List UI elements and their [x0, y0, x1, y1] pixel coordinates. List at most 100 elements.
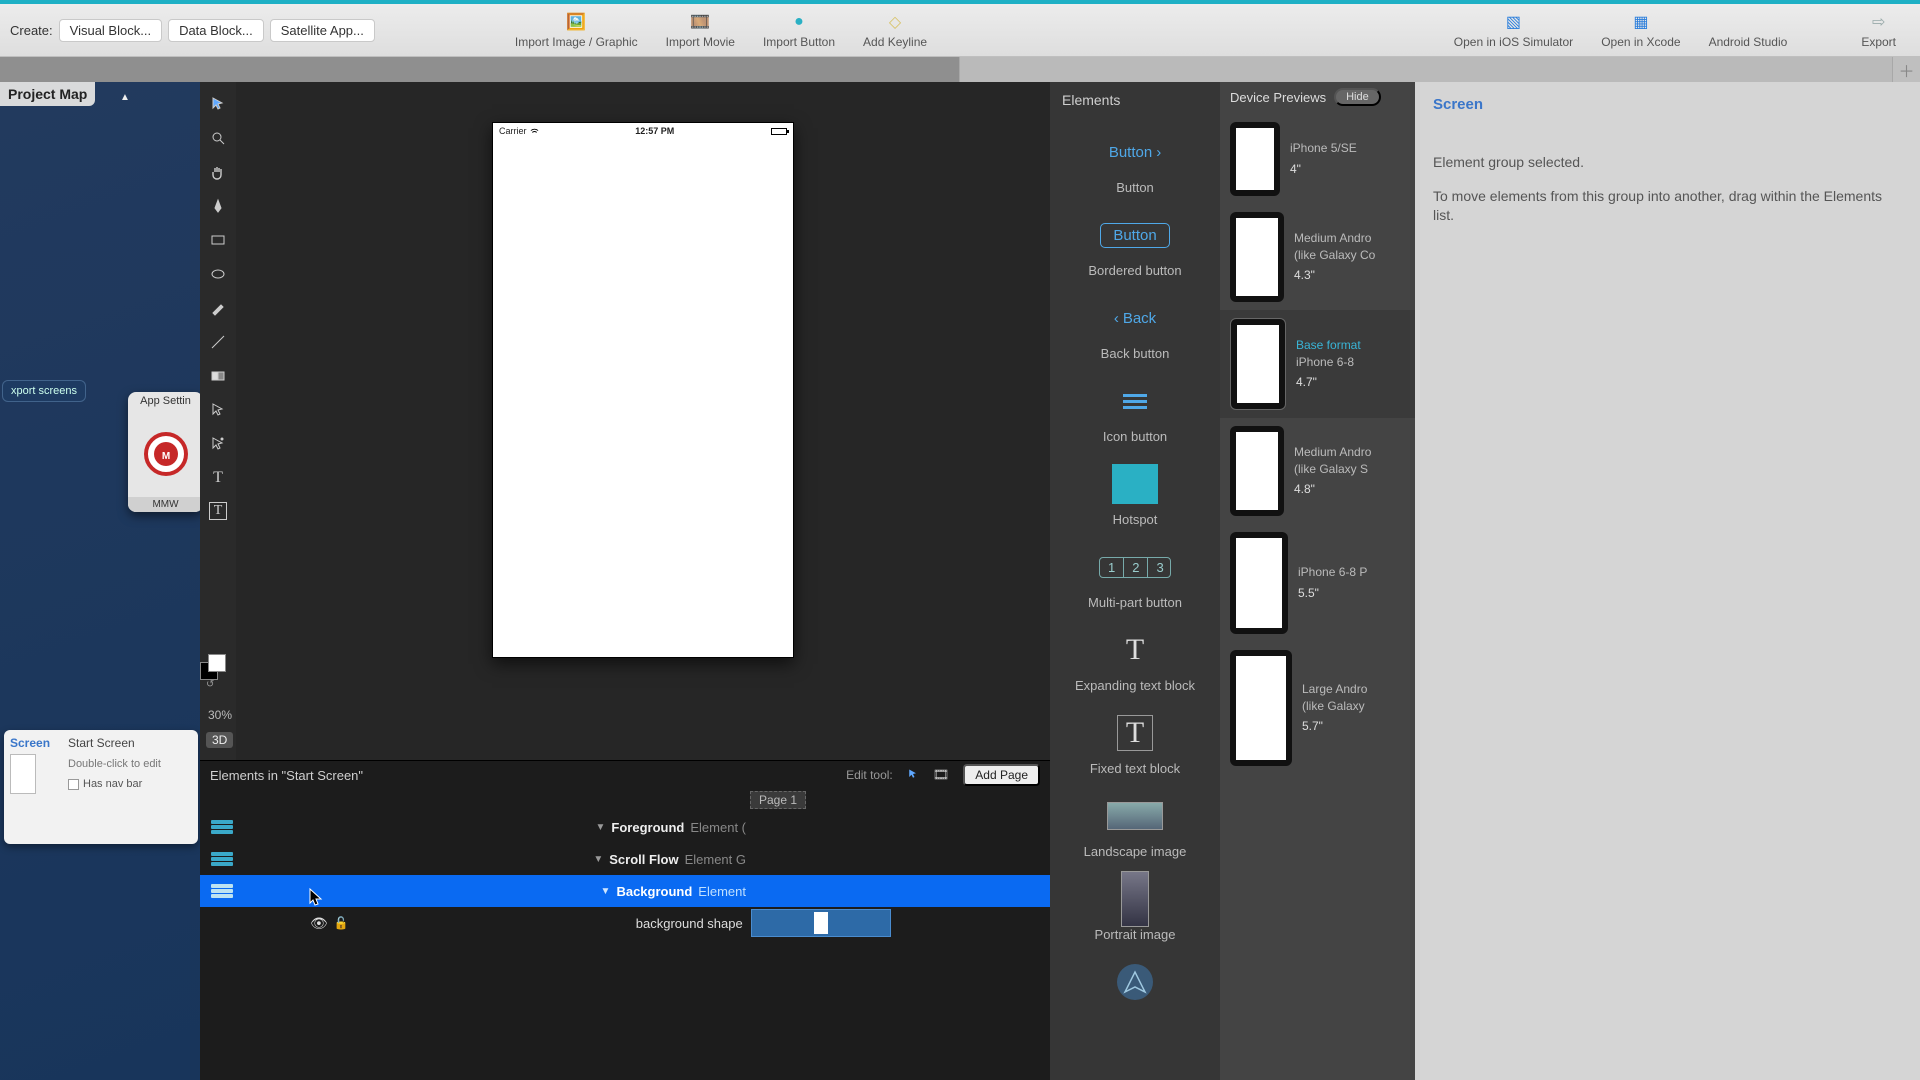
- simulator-icon: ▧: [1502, 11, 1524, 33]
- create-label: Create:: [10, 23, 53, 38]
- lib-item-back[interactable]: ‹Back Back button: [1050, 298, 1220, 361]
- disclosure-icon[interactable]: ▼: [596, 822, 606, 833]
- line-tool[interactable]: [208, 332, 228, 352]
- brush-tool[interactable]: [208, 298, 228, 318]
- inspector-line2: To move elements from this group into an…: [1433, 187, 1902, 226]
- project-map-panel: Project Map ▲ xport screens App Settin M…: [0, 82, 200, 1080]
- hide-previews-button[interactable]: Hide: [1334, 88, 1381, 106]
- visual-block-button[interactable]: Visual Block...: [59, 19, 162, 42]
- import-button-button[interactable]: ● Import Button: [763, 11, 835, 49]
- edit-tool-pointer[interactable]: [907, 768, 919, 783]
- color-swatch[interactable]: [208, 654, 226, 672]
- tab-strip: ＋: [0, 57, 1920, 82]
- lib-item-landscape-image[interactable]: Landscape image: [1050, 796, 1220, 859]
- svg-text:M: M: [161, 451, 169, 462]
- cursor-icon: [308, 887, 324, 907]
- elements-library: Elements Button› Button Button Bordered …: [1050, 82, 1220, 1080]
- screen-thumb: [10, 754, 36, 794]
- wifi-icon: [530, 127, 539, 136]
- layer-thumbnail[interactable]: [751, 909, 891, 937]
- node-tool[interactable]: [208, 434, 228, 454]
- layer-row-foreground[interactable]: ▼ Foreground Element (: [200, 811, 1050, 843]
- disclosure-icon[interactable]: ▼: [593, 854, 603, 865]
- device-android-medium-1[interactable]: Medium Andro (like Galaxy Co 4.3": [1220, 204, 1415, 310]
- data-block-button[interactable]: Data Block...: [168, 19, 264, 42]
- device-android-large[interactable]: Large Andro (like Galaxy 5.7": [1220, 642, 1415, 774]
- android-icon: [1737, 11, 1759, 33]
- zoom-tool[interactable]: [208, 128, 228, 148]
- xcode-icon: ▦: [1630, 11, 1652, 33]
- has-nav-checkbox[interactable]: Has nav bar: [68, 778, 192, 790]
- lib-item-icon-button[interactable]: Icon button: [1050, 381, 1220, 444]
- phone-preview: Carrier 12:57 PM: [492, 122, 794, 658]
- device-iphone6-8[interactable]: Base format iPhone 6-8 4.7": [1220, 310, 1415, 418]
- battery-icon: [771, 128, 787, 135]
- elements-title: Elements: [1050, 92, 1220, 118]
- collapse-icon[interactable]: ▲: [120, 92, 130, 103]
- lib-item-button[interactable]: Button› Button: [1050, 132, 1220, 195]
- diamond-icon: ◇: [884, 11, 906, 33]
- lock-icon[interactable]: 🔓: [334, 916, 349, 930]
- device-iphone-plus[interactable]: iPhone 6-8 P 5.5": [1220, 524, 1415, 642]
- lib-item-portrait-image[interactable]: Portrait image: [1050, 879, 1220, 942]
- device-iphone5[interactable]: iPhone 5/SE 4": [1220, 114, 1415, 204]
- lib-item-expanding-text[interactable]: T Expanding text block: [1050, 630, 1220, 693]
- disclosure-icon[interactable]: ▼: [601, 886, 611, 897]
- lib-item-fixed-text[interactable]: T Fixed text block: [1050, 713, 1220, 776]
- lib-item-vector[interactable]: [1050, 962, 1220, 1002]
- layer-row-background-shape[interactable]: 👁 🔓 background shape: [200, 907, 1050, 939]
- layer-row-background[interactable]: ▼ Background Element: [200, 875, 1050, 907]
- device-previews-panel: Device Previews Hide iPhone 5/SE 4" Medi…: [1220, 82, 1415, 1080]
- import-movie-button[interactable]: 🎞️ Import Movie: [666, 11, 735, 49]
- lib-item-multipart[interactable]: 123 Multi-part button: [1050, 547, 1220, 610]
- satellite-app-button[interactable]: Satellite App...: [270, 19, 375, 42]
- open-simulator-button[interactable]: ▧ Open in iOS Simulator: [1454, 11, 1573, 49]
- edit-tool-movie[interactable]: 🎞: [933, 767, 950, 783]
- android-studio-button[interactable]: Android Studio: [1709, 11, 1788, 49]
- import-image-button[interactable]: 🖼️ Import Image / Graphic: [515, 11, 638, 49]
- screen-card[interactable]: Screen Start Screen Double-click to edit…: [4, 730, 198, 844]
- app-caption: MMW: [128, 497, 200, 512]
- pan-tool[interactable]: [208, 162, 228, 182]
- rect-tool[interactable]: [208, 230, 228, 250]
- add-page-button[interactable]: Add Page: [963, 764, 1040, 786]
- app-settings-card[interactable]: App Settin M MMW: [128, 392, 200, 512]
- export-icon: ⇨: [1868, 11, 1890, 33]
- tab-active[interactable]: [0, 57, 960, 82]
- inspector-line1: Element group selected.: [1433, 153, 1902, 173]
- lib-item-hotspot[interactable]: Hotspot: [1050, 464, 1220, 527]
- pen-tool[interactable]: [208, 196, 228, 216]
- open-xcode-button[interactable]: ▦ Open in Xcode: [1601, 11, 1680, 49]
- add-keyline-button[interactable]: ◇ Add Keyline: [863, 11, 927, 49]
- text-box-tool[interactable]: T: [209, 502, 227, 520]
- device-android-medium-2[interactable]: Medium Andro (like Galaxy S 4.8": [1220, 418, 1415, 524]
- edit-tool-label: Edit tool:: [846, 768, 893, 782]
- gradient-tool[interactable]: [208, 366, 228, 386]
- visibility-icon[interactable]: 👁: [310, 915, 328, 932]
- phone-statusbar: Carrier 12:57 PM: [493, 123, 793, 139]
- lib-item-bordered[interactable]: Button Bordered button: [1050, 215, 1220, 278]
- project-map-title: Project Map: [0, 82, 95, 106]
- inspector-title: Screen: [1433, 96, 1902, 113]
- text-tool[interactable]: T: [208, 468, 228, 488]
- swap-colors-icon[interactable]: ↺: [206, 679, 214, 690]
- canvas-stage[interactable]: Carrier 12:57 PM: [236, 82, 1050, 760]
- pointer-tool[interactable]: [208, 94, 228, 114]
- canvas-column: T T ↺ 30% 3D Carrier 12:57 PM: [200, 82, 1050, 1080]
- phone-time: 12:57 PM: [635, 126, 674, 136]
- previews-title: Device Previews: [1230, 90, 1326, 105]
- movie-icon: 🎞️: [689, 11, 711, 33]
- tab-add-button[interactable]: ＋: [1892, 57, 1920, 82]
- layer-row-scrollflow[interactable]: ▼ Scroll Flow Element G: [200, 843, 1050, 875]
- inspector-panel: Screen Element group selected. To move e…: [1415, 82, 1920, 1080]
- export-screens-button[interactable]: xport screens: [2, 380, 86, 402]
- circle-icon: ●: [788, 11, 810, 33]
- 3d-toggle[interactable]: 3D: [206, 732, 233, 748]
- zoom-level: 30%: [208, 708, 232, 722]
- screen-tag: Screen: [10, 736, 62, 750]
- export-button[interactable]: ⇨ Export: [1861, 11, 1896, 49]
- layers-title: Elements in "Start Screen": [210, 768, 363, 783]
- direct-select-tool[interactable]: [208, 400, 228, 420]
- page-1-tab[interactable]: Page 1: [750, 791, 806, 809]
- ellipse-tool[interactable]: [208, 264, 228, 284]
